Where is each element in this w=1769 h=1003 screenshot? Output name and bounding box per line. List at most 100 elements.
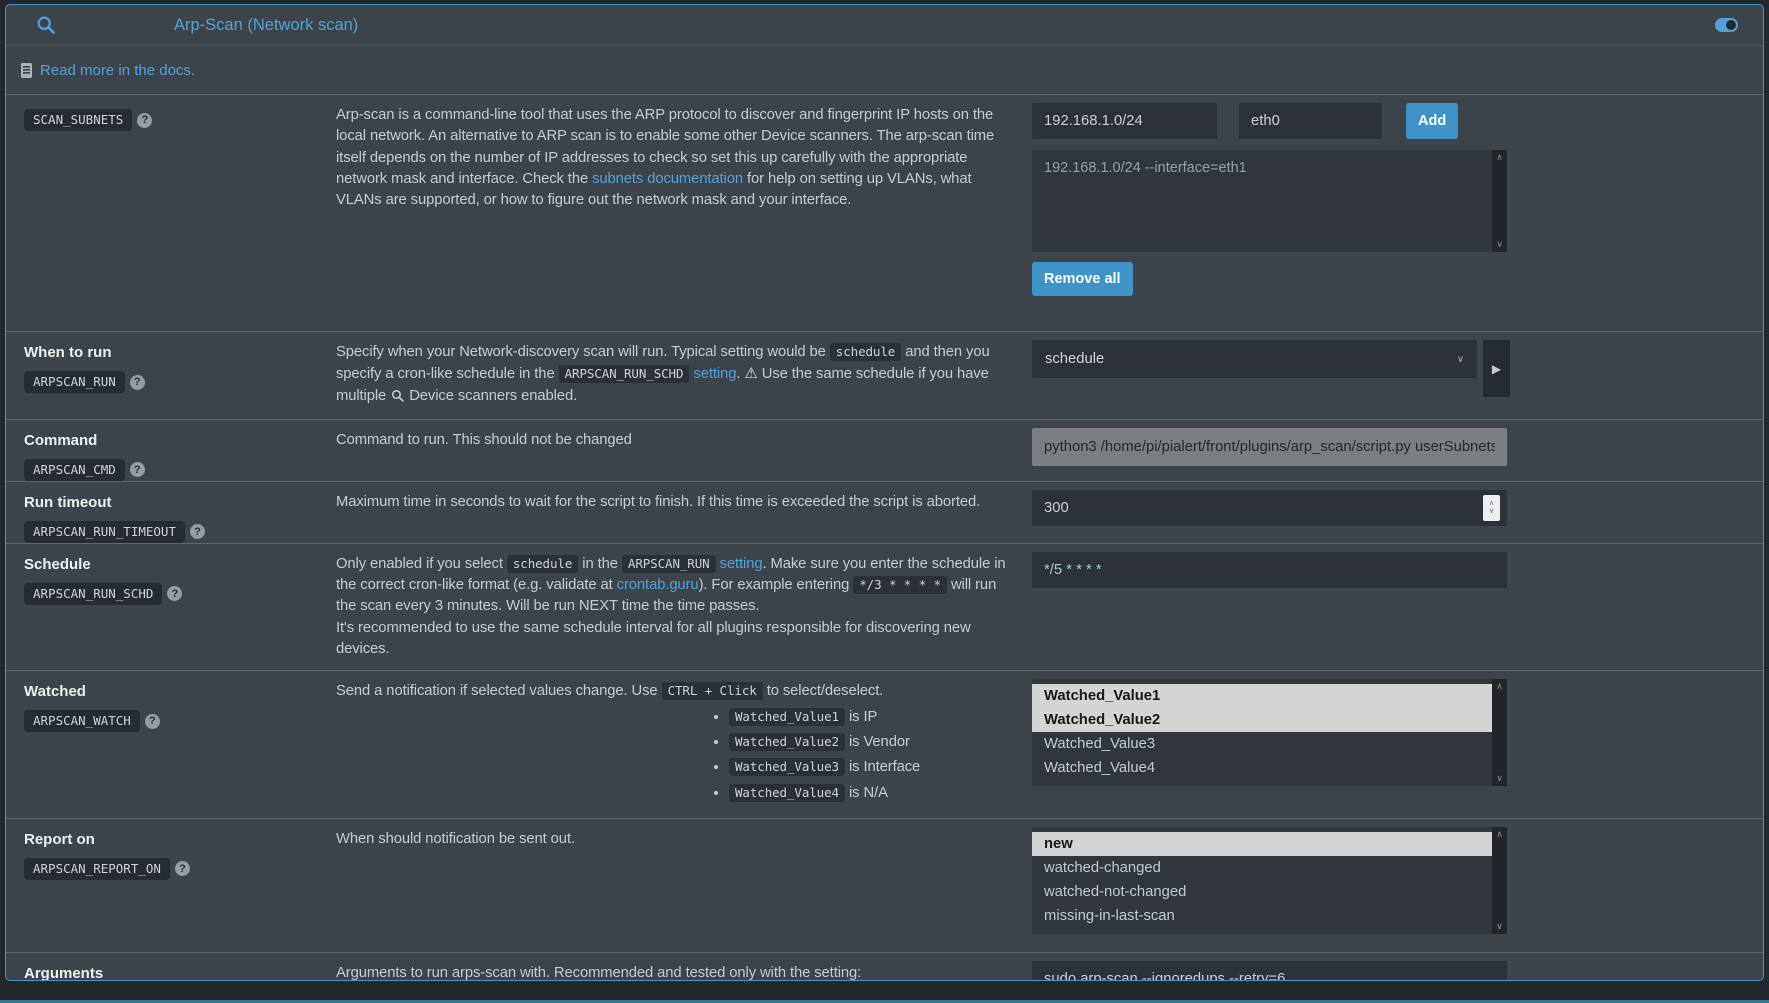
arpscan_watch-multiselect[interactable]: Watched_Value1Watched_Value2Watched_Valu… (1032, 679, 1507, 786)
setting-name-col: ArgumentsARPSCAN_ARGS? (6, 953, 336, 981)
setting-description: Specify when your Network-discovery scan… (336, 332, 1020, 419)
run-now-button[interactable]: ▶ (1483, 340, 1510, 397)
scroll-down-icon[interactable]: ∨ (1496, 922, 1503, 931)
arpscan_cmd-input[interactable] (1032, 428, 1507, 466)
setting-row-SCAN_SUBNETS: SCAN_SUBNETS?Arp-scan is a command-line … (6, 94, 1763, 331)
description-text: Device scanners enabled. (405, 388, 577, 404)
setting-control-col (1032, 544, 1510, 670)
help-icon[interactable]: ? (145, 714, 160, 729)
setting-control-col: Watched_Value1Watched_Value2Watched_Valu… (1032, 671, 1510, 817)
help-icon[interactable]: ? (167, 586, 182, 601)
description-text: When should notification be sent out. (336, 831, 575, 847)
description-text: is N/A (845, 785, 888, 801)
setting-code-wrap: ARPSCAN_RUN_TIMEOUT? (24, 521, 336, 543)
inline-code: */3 * * * * (853, 576, 947, 594)
interface-input[interactable] (1239, 103, 1382, 139)
option-watched-not-changed[interactable]: watched-not-changed (1032, 880, 1492, 904)
setting-title: Command (24, 432, 336, 449)
doc-link[interactable]: setting (720, 556, 763, 572)
description-text: Command to run. This should not be chang… (336, 432, 632, 448)
settings-table: SCAN_SUBNETS?Arp-scan is a command-line … (6, 94, 1763, 981)
plugin-enabled-toggle[interactable] (1715, 18, 1738, 32)
help-icon[interactable]: ? (130, 462, 145, 477)
description-text: to select/deselect. (763, 683, 884, 699)
setting-name-col: Report onARPSCAN_REPORT_ON? (6, 819, 336, 952)
scroll-down-icon[interactable]: ∨ (1496, 240, 1503, 249)
setting-name-col: Command ARPSCAN_CMD? (6, 420, 336, 481)
subnets-listbox-scrollbar[interactable]: ∧∨ (1492, 150, 1507, 252)
spinner-up-icon: ∧ (1489, 500, 1494, 507)
setting-code-badge: SCAN_SUBNETS (24, 109, 132, 131)
option-Watched_Value1[interactable]: Watched_Value1 (1032, 684, 1492, 708)
option-new[interactable]: new (1032, 832, 1492, 856)
chevron-down-icon: ∨ (1457, 354, 1464, 365)
scroll-down-icon[interactable]: ∨ (1496, 774, 1503, 783)
remove-all-button[interactable]: Remove all (1032, 262, 1133, 296)
number-spinner[interactable]: ∧∨ (1483, 495, 1500, 521)
setting-code-badge: ARPSCAN_WATCH (24, 710, 140, 732)
help-icon[interactable]: ? (175, 861, 190, 876)
arpscan_report_on-multiselect-scrollbar[interactable]: ∧∨ (1492, 827, 1507, 934)
subnets-listbox[interactable]: 192.168.1.0/24 --interface=eth1∧∨ (1032, 150, 1507, 252)
setting-code-badge: ARPSCAN_RUN (24, 371, 125, 393)
inline-code: Watched_Value1 (729, 708, 845, 726)
value-list-item: Watched_Value2 is Vendor (729, 732, 1006, 753)
scroll-up-icon[interactable]: ∧ (1496, 682, 1503, 691)
option-Watched_Value4[interactable]: Watched_Value4 (1032, 756, 1492, 780)
setting-code-wrap: ARPSCAN_RUN_SCHD? (24, 583, 336, 605)
docs-link[interactable]: Read more in the docs. (40, 62, 195, 79)
panel-title: Arp-Scan (Network scan) (174, 16, 358, 35)
option-watched-changed[interactable]: watched-changed (1032, 856, 1492, 880)
setting-row-ARPSCAN_RUN_TIMEOUT: Run timeoutARPSCAN_RUN_TIMEOUT?Maximum t… (6, 481, 1763, 543)
setting-code-wrap: ARPSCAN_WATCH? (24, 710, 336, 732)
setting-description: Only enabled if you select schedule in t… (336, 544, 1020, 670)
doc-link[interactable]: setting (693, 366, 736, 382)
setting-title: Schedule (24, 556, 336, 573)
subnet-input[interactable] (1032, 103, 1217, 139)
option-Watched_Value3[interactable]: Watched_Value3 (1032, 732, 1492, 756)
setting-title: Watched (24, 683, 336, 700)
timeout-input[interactable] (1032, 490, 1507, 526)
run-select-row: schedule∨▶ (1032, 340, 1510, 397)
setting-control-col: schedule∨▶ (1032, 332, 1510, 419)
subnet-entry[interactable]: 192.168.1.0/24 --interface=eth1 (1032, 150, 1507, 176)
description-text: Send a notification if selected values c… (336, 683, 662, 699)
setting-name-col: Run timeoutARPSCAN_RUN_TIMEOUT? (6, 482, 336, 543)
setting-code-wrap: SCAN_SUBNETS? (24, 109, 336, 131)
description-text: Arguments to run arps-scan with. Recomme… (336, 965, 861, 981)
arpscan_report_on-multiselect[interactable]: newwatched-changedwatched-not-changedmis… (1032, 827, 1507, 934)
setting-control-col: newwatched-changedwatched-not-changedmis… (1032, 819, 1510, 952)
doc-link[interactable]: crontab.guru (617, 577, 699, 593)
subnet-input-row: Add (1032, 103, 1510, 139)
setting-control-col (1032, 953, 1510, 981)
setting-row-ARPSCAN_RUN_SCHD: Schedule ARPSCAN_RUN_SCHD?Only enabled if… (6, 543, 1763, 670)
scroll-up-icon[interactable]: ∧ (1496, 153, 1503, 162)
search-icon (391, 388, 404, 409)
setting-row-ARPSCAN_WATCH: WatchedARPSCAN_WATCH?Send a notification… (6, 670, 1763, 817)
setting-description: Send a notification if selected values c… (336, 671, 1020, 817)
description-text: is Interface (845, 759, 920, 775)
search-icon[interactable] (36, 15, 56, 35)
run-select[interactable]: schedule∨ (1032, 340, 1477, 378)
description-text: It's recommended to use the same schedul… (336, 620, 971, 657)
setting-control-col: ∧∨ (1032, 482, 1510, 543)
setting-description: Arguments to run arps-scan with. Recomme… (336, 953, 1020, 981)
setting-title: When to run (24, 344, 336, 361)
doc-link[interactable]: subnets documentation (592, 171, 743, 187)
option-missing-in-last-scan[interactable]: missing-in-last-scan (1032, 904, 1492, 928)
book-icon (20, 63, 33, 78)
help-icon[interactable]: ? (190, 524, 205, 539)
help-icon[interactable]: ? (137, 113, 152, 128)
inline-code: ARPSCAN_RUN (622, 555, 716, 573)
help-icon[interactable]: ? (130, 375, 145, 390)
add-button[interactable]: Add (1406, 103, 1458, 139)
scroll-up-icon[interactable]: ∧ (1496, 830, 1503, 839)
option-Watched_Value2[interactable]: Watched_Value2 (1032, 708, 1492, 732)
timeout-input-wrap: ∧∨ (1032, 490, 1507, 526)
spinner-down-icon: ∨ (1489, 508, 1494, 515)
arpscan_watch-multiselect-scrollbar[interactable]: ∧∨ (1492, 679, 1507, 786)
arpscan_run_schd-input[interactable] (1032, 552, 1507, 588)
setting-code-wrap: ARPSCAN_CMD? (24, 459, 336, 481)
description-text: in the (578, 556, 622, 572)
arpscan_args-input[interactable] (1032, 961, 1507, 981)
